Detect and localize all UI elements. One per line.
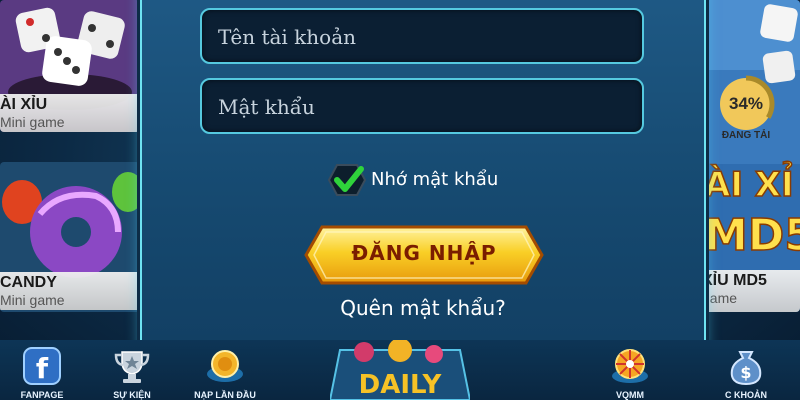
daily-label: DAILY xyxy=(358,370,442,400)
nav-events[interactable]: SỰ KIỆN xyxy=(92,340,172,400)
tile-art-title: ÀI XỈ xyxy=(704,161,794,205)
forgot-password-link[interactable]: Quên mật khẩu? xyxy=(142,296,704,320)
money-bag-icon: $ xyxy=(730,351,762,386)
svg-text:f: f xyxy=(36,352,49,385)
nav-label: SỰ KIỆN xyxy=(113,390,151,400)
tile-label-bar: XỈU MD5 game xyxy=(700,270,800,312)
tile-label-bar: ÀI XỈU Mini game xyxy=(0,94,140,132)
tile-art-md5: MD5 xyxy=(704,210,800,261)
nav-transfer[interactable]: $ C KHOẢN xyxy=(706,340,786,400)
nav-first-deposit[interactable]: NẠP LẦN ĐẦU xyxy=(185,340,265,400)
nav-daily[interactable]: DAILY xyxy=(330,340,470,400)
checkbox-checked-icon[interactable] xyxy=(327,163,367,197)
tile-label-bar: CANDY Mini game xyxy=(0,272,140,310)
remember-password-label: Nhớ mật khẩu xyxy=(371,169,499,190)
username-input[interactable] xyxy=(216,10,630,64)
nav-lucky-wheel[interactable]: VQMM xyxy=(590,340,670,400)
tile-subtitle: game xyxy=(702,290,738,306)
username-field[interactable] xyxy=(200,8,644,64)
login-button-label: ĐĂNG NHẬP xyxy=(351,241,497,265)
trophy-icon xyxy=(114,351,150,383)
nav-label: NẠP LẦN ĐẦU xyxy=(194,390,256,400)
nav-label: C KHOẢN xyxy=(725,390,767,400)
bottom-navigation: f FANPAGE SỰ KIỆN NẠP LẦN ĐẦU DAILY VQMM… xyxy=(0,340,800,400)
nav-fanpage[interactable]: f FANPAGE xyxy=(2,340,82,400)
login-dialog: Nhớ mật khẩu ĐĂNG NHẬP Quên mật khẩu? xyxy=(140,0,706,356)
tile-name: CANDY xyxy=(0,274,57,291)
wheel-icon xyxy=(612,349,648,383)
tile-name: ÀI XỈU xyxy=(0,96,48,113)
login-button[interactable]: ĐĂNG NHẬP xyxy=(304,225,544,285)
loading-indicator: 34% ĐANG TẢI xyxy=(706,74,786,150)
tile-subtitle: Mini game xyxy=(0,114,65,130)
game-tile-tai-xiu[interactable]: ÀI XỈU Mini game xyxy=(0,0,140,132)
facebook-icon: f xyxy=(23,347,61,385)
coin-icon xyxy=(207,350,243,382)
game-tile-tai-xiu-md5[interactable]: ÀI XỈ MD5 XỈU MD5 game xyxy=(700,0,800,312)
tile-name: XỈU MD5 xyxy=(702,272,767,289)
loading-percent: 34% xyxy=(728,94,764,113)
game-tile-candy[interactable]: CANDY Mini game xyxy=(0,162,140,312)
loading-status: ĐANG TẢI xyxy=(721,130,771,141)
nav-label: FANPAGE xyxy=(20,390,64,400)
svg-text:$: $ xyxy=(740,363,751,382)
password-input[interactable] xyxy=(216,80,630,134)
tile-subtitle: Mini game xyxy=(0,292,65,308)
nav-label: VQMM xyxy=(616,390,644,400)
remember-password-toggle[interactable]: Nhớ mật khẩu xyxy=(327,163,527,197)
password-field[interactable] xyxy=(200,78,644,134)
tai-xiu-md5-art: ÀI XỈ MD5 xyxy=(700,0,800,312)
